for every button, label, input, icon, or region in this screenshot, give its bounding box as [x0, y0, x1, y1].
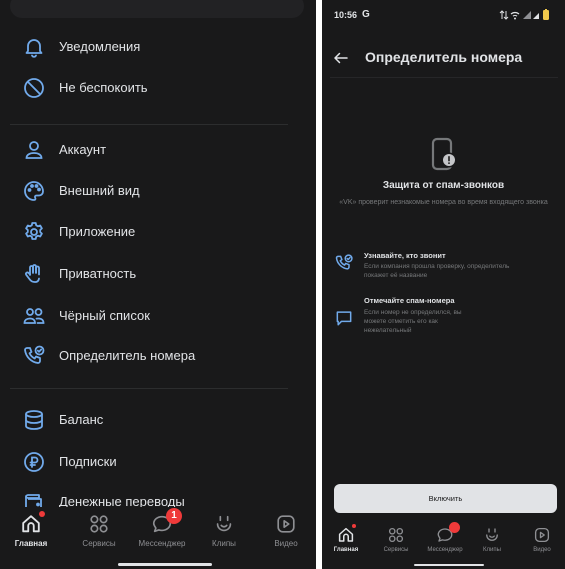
notification-dot [352, 524, 356, 528]
menu-item-do-not-disturb[interactable]: Не беспокоить [0, 68, 316, 108]
feature-title: Отмечайте спам-номера [364, 296, 455, 305]
tab-messenger[interactable]: Мессенджер [422, 526, 468, 553]
phone-check-icon [24, 345, 45, 364]
home-indicator[interactable] [414, 564, 484, 566]
hand-icon [25, 264, 40, 283]
bottom-tab-bar: Главная Сервисы Мессенджер 1 Клипы Видео [0, 507, 316, 569]
status-g-icon: G [362, 9, 370, 20]
tab-clips[interactable]: Клипы [204, 513, 244, 548]
palette-icon [24, 181, 44, 201]
menu-item-application[interactable]: Приложение [0, 212, 316, 252]
home-icon [22, 515, 40, 533]
database-icon [25, 410, 43, 430]
bell-icon [25, 39, 43, 58]
video-icon [534, 527, 550, 543]
page-title: Определитель номера [365, 49, 523, 65]
tab-label: Главная [333, 547, 359, 553]
menu-item-appearance[interactable]: Внешний вид [0, 171, 316, 211]
tab-home[interactable]: Главная [8, 513, 54, 548]
home-icon [338, 527, 354, 542]
feature-description: Если номер не определился, вы можете отм… [364, 309, 462, 334]
notification-dot [39, 511, 45, 517]
menu-item-subscriptions[interactable]: Подписки [0, 442, 316, 482]
tab-label: Сервисы [383, 547, 409, 553]
menu-item-label: Определитель номера [59, 348, 196, 363]
menu-item-notifications[interactable]: Уведомления [0, 27, 316, 67]
phone-alert-icon [431, 137, 457, 171]
status-time: 10:56 [334, 10, 358, 20]
menu-item-label: Аккаунт [59, 142, 107, 157]
tab-label: Мессенджер [138, 539, 186, 548]
services-icon [388, 527, 404, 543]
menu-item-label: Не беспокоить [59, 80, 148, 95]
promo-title: Защита от спам-звонков [382, 180, 505, 191]
tab-video[interactable]: Видео [526, 526, 558, 553]
clips-icon [216, 515, 232, 532]
tab-label: Видео [533, 547, 551, 553]
tab-clips[interactable]: Клипы [474, 526, 510, 553]
tab-services[interactable]: Сервисы [74, 513, 124, 548]
menu-item-label: Чёрный список [59, 308, 150, 323]
unread-badge: 1 [166, 508, 182, 524]
phone-check-icon [335, 254, 353, 270]
bottom-tab-bar: Главная Сервисы Мессенджер Клипы Видео [322, 519, 565, 569]
tab-label: Главная [14, 539, 48, 548]
menu-item-blacklist[interactable]: Чёрный список [0, 296, 316, 336]
users-icon [23, 308, 45, 324]
unread-badge [449, 522, 460, 533]
home-indicator[interactable] [118, 563, 212, 566]
menu-item-label: Приватность [59, 266, 137, 281]
tab-services[interactable]: Сервисы [376, 526, 416, 553]
tab-video[interactable]: Видео [266, 513, 306, 548]
user-icon [25, 141, 43, 159]
enable-button[interactable]: Включить [334, 484, 557, 513]
menu-item-caller-id[interactable]: Определитель номера [0, 336, 316, 376]
video-icon [277, 515, 295, 533]
feature-title: Узнавайте, кто звонит [364, 251, 446, 260]
caller-id-screen: 10:56 G Определитель номера Защита от сп… [322, 0, 565, 569]
tab-label: Видео [274, 539, 298, 548]
divider [10, 124, 288, 125]
feature-description: Если компания прошла проверку, определит… [364, 263, 510, 279]
menu-item-label: Подписки [59, 454, 117, 469]
header-separator [330, 77, 558, 78]
tab-label: Клипы [483, 547, 501, 553]
do-not-disturb-icon [24, 78, 44, 98]
back-arrow-icon[interactable] [332, 49, 350, 67]
divider [10, 388, 288, 389]
services-icon [90, 515, 108, 533]
search-bar[interactable] [10, 0, 304, 18]
menu-item-label: Приложение [59, 224, 136, 239]
menu-item-label: Внешний вид [59, 183, 140, 198]
ruble-circle-icon [24, 452, 44, 472]
tab-label: Сервисы [82, 539, 116, 548]
settings-screen: Уведомления Не беспокоить Аккаунт Внешни… [0, 0, 316, 569]
tab-label: Мессенджер [427, 547, 463, 553]
menu-item-account[interactable]: Аккаунт [0, 130, 316, 170]
clips-icon [486, 528, 498, 541]
menu-item-privacy[interactable]: Приватность [0, 254, 316, 294]
promo-subtitle: «VK» проверит незнакомые номера во время… [339, 199, 548, 206]
menu-item-label: Уведомления [59, 39, 141, 54]
tab-label: Клипы [212, 539, 236, 548]
gear-icon [25, 222, 43, 240]
tab-home[interactable]: Главная [330, 526, 362, 553]
menu-item-label: Баланс [59, 412, 104, 427]
menu-item-balance[interactable]: Баланс [0, 400, 316, 440]
status-icons [499, 9, 549, 20]
message-square-icon [336, 311, 352, 326]
